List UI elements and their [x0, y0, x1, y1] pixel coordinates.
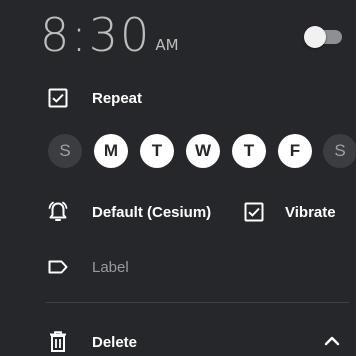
repeat-checkbox-icon[interactable]: [48, 88, 68, 108]
vibrate-checkbox-icon[interactable]: [244, 202, 264, 222]
repeat-label: Repeat: [92, 89, 143, 107]
divider: [46, 302, 349, 303]
repeat-row[interactable]: Repeat: [48, 86, 142, 110]
alarm-time-display[interactable]: 8:30 AM: [40, 4, 179, 60]
alarm-time[interactable]: 8:30: [40, 10, 151, 60]
ringtone-row[interactable]: Default (Cesium): [46, 199, 211, 225]
label-tag-icon: [48, 260, 68, 274]
label-row[interactable]: Label: [46, 254, 129, 280]
vibrate-row[interactable]: Vibrate: [244, 199, 336, 225]
switch-thumb: [304, 26, 326, 48]
trash-icon: [50, 331, 66, 352]
day-sunday[interactable]: S: [48, 134, 82, 168]
delete-label: Delete: [92, 333, 138, 351]
chevron-up-icon[interactable]: [322, 334, 342, 348]
delete-button[interactable]: Delete: [48, 329, 137, 355]
day-selector: S M T W T F S: [48, 134, 356, 172]
day-tuesday[interactable]: T: [140, 134, 174, 168]
alarm-enable-switch[interactable]: [304, 26, 344, 48]
label-field[interactable]: Label: [92, 259, 129, 276]
day-thursday[interactable]: T: [232, 134, 266, 168]
bell-icon: [48, 201, 68, 221]
day-wednesday[interactable]: W: [186, 134, 220, 168]
day-saturday[interactable]: S: [323, 134, 356, 168]
alarm-card: 8:30 AM Repeat S M T W T F S Default (Ce…: [0, 0, 356, 356]
ringtone-label: Default (Cesium): [92, 203, 212, 221]
vibrate-label: Vibrate: [285, 203, 336, 221]
day-friday[interactable]: F: [278, 134, 312, 168]
alarm-ampm: AM: [155, 36, 179, 54]
day-monday[interactable]: M: [94, 134, 128, 168]
